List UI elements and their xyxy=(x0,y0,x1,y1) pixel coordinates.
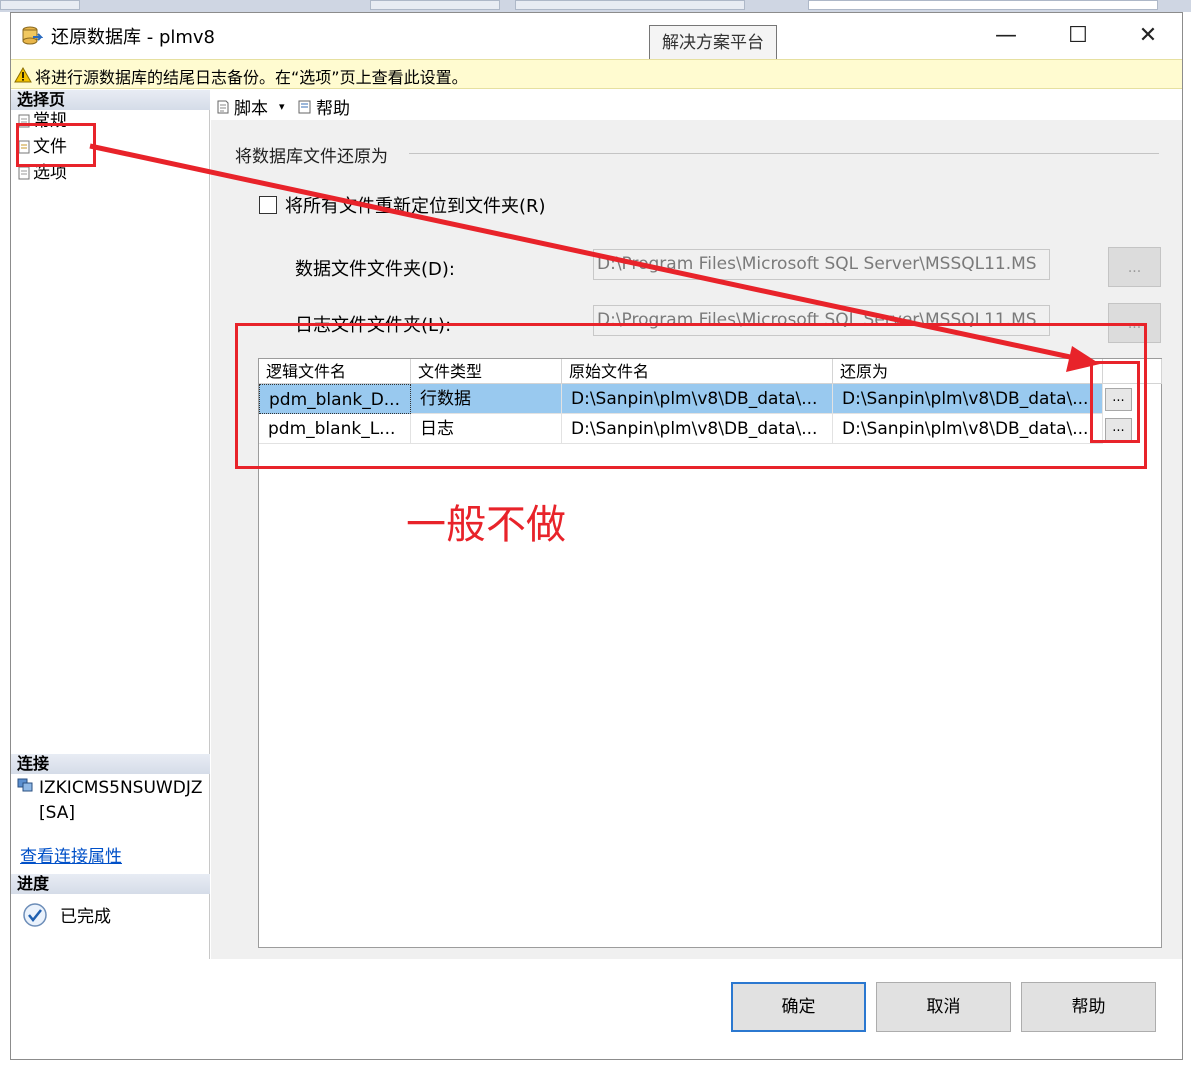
annotation-grid-highlight xyxy=(235,323,1147,469)
data-folder-input[interactable]: D:\Program Files\Microsoft SQL Server\MS… xyxy=(593,249,1050,280)
help-label: 帮助 xyxy=(316,99,350,119)
view-connection-properties-link[interactable]: 查看连接属性 xyxy=(20,842,122,867)
help-icon xyxy=(298,100,311,113)
window-title: 还原数据库 - plmv8 xyxy=(51,27,216,48)
background-app-toolbar xyxy=(0,0,1191,12)
warning-icon xyxy=(14,67,32,83)
progress-header: 进度 xyxy=(11,874,210,894)
close-button[interactable]: ✕ xyxy=(1125,19,1171,53)
restore-database-dialog: 还原数据库 - plmv8 — ☐ ✕ 解决方案平台 将进行源数据库的结尾日志备… xyxy=(10,12,1183,1060)
script-label: 脚本 xyxy=(234,99,268,119)
dialog-toolbar: 脚本 ▾ 帮助 xyxy=(211,90,1182,120)
cancel-button[interactable]: 取消 xyxy=(876,982,1011,1032)
relocate-files-checkbox[interactable] xyxy=(259,196,277,214)
minimize-button[interactable]: — xyxy=(983,19,1029,53)
annotation-files-highlight xyxy=(16,123,96,167)
script-icon xyxy=(217,100,229,113)
files-page-content: 将数据库文件还原为 将所有文件重新定位到文件夹(R) 数据文件文件夹(D): D… xyxy=(211,120,1182,959)
annotation-browse-highlight xyxy=(1090,361,1140,443)
server-name: IZKICMS5NSUWDJZ [SA] xyxy=(39,778,203,823)
connection-header: 连接 xyxy=(11,754,210,774)
group-title: 将数据库文件还原为 xyxy=(235,147,388,167)
maximize-button[interactable]: ☐ xyxy=(1055,19,1101,53)
data-folder-label: 数据文件文件夹(D): xyxy=(295,259,455,280)
help-button[interactable]: 帮助 xyxy=(1021,982,1156,1032)
relocate-files-label: 将所有文件重新定位到文件夹(R) xyxy=(285,196,546,217)
help-toolbar-button[interactable]: 帮助 xyxy=(297,94,350,119)
warning-text: 将进行源数据库的结尾日志备份。在“选项”页上查看此设置。 xyxy=(35,68,468,87)
page-selector-pane: 选择页 常规 文件 选项 连接 IZKICMS5NSUWDJZ [SA] 查看连… xyxy=(11,90,210,959)
group-divider xyxy=(409,153,1159,154)
progress-status: 已完成 xyxy=(60,907,111,927)
data-folder-browse-button[interactable]: ... xyxy=(1108,247,1161,287)
warning-bar: 将进行源数据库的结尾日志备份。在“选项”页上查看此设置。 xyxy=(11,59,1182,89)
ok-button[interactable]: 确定 xyxy=(731,982,866,1032)
chevron-down-icon[interactable]: ▾ xyxy=(279,100,285,113)
database-restore-icon xyxy=(22,26,43,45)
check-complete-icon xyxy=(23,903,47,927)
title-bar[interactable]: 还原数据库 - plmv8 — ☐ ✕ xyxy=(11,13,1182,59)
annotation-note: 一般不做 xyxy=(406,502,566,548)
script-button[interactable]: 脚本 ▾ xyxy=(215,94,285,119)
server-icon xyxy=(17,778,33,792)
page-icon xyxy=(18,166,30,180)
solution-platform-tooltip: 解决方案平台 xyxy=(649,25,777,61)
select-page-header: 选择页 xyxy=(11,90,210,110)
